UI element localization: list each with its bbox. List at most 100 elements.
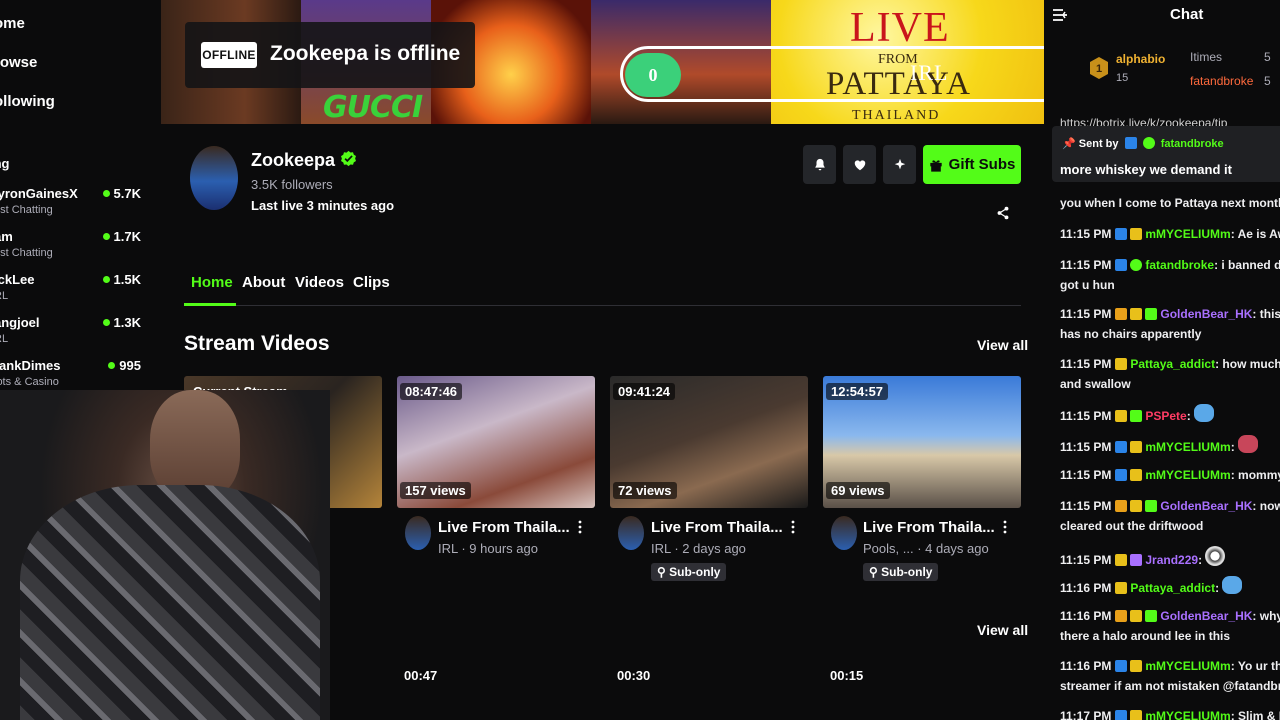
sub-only-badge: ⚲ Sub-only (651, 563, 727, 581)
chat-username[interactable]: mMYCELIUMm (1145, 440, 1230, 454)
chat-message: 11:15 PM mMYCELIUMm: Ae is Awesome (1060, 224, 1280, 244)
emote-icon (1205, 546, 1226, 566)
chat-text: : why is (1252, 609, 1280, 623)
video-meta: IRL · 2 days ago (651, 541, 746, 556)
nav-browse[interactable]: rowse (0, 54, 37, 71)
gift-subs-button[interactable]: Gift Subs (923, 145, 1021, 184)
channel-title: Zookeepa (251, 150, 336, 170)
chat-username[interactable]: mMYCELIUMm (1145, 468, 1230, 482)
chat-text: : (1215, 581, 1220, 595)
chat-title: Chat (1170, 6, 1204, 23)
leaderboard-rank-icon: 1 (1090, 57, 1108, 79)
more-options-icon[interactable] (577, 520, 583, 534)
tab-about[interactable]: About (242, 274, 285, 291)
tab-videos[interactable]: Videos (295, 274, 344, 291)
leaderboard-user[interactable]: alphabio (1116, 52, 1165, 66)
video-views: 72 views (613, 482, 677, 499)
chat-username[interactable]: fatandbroke (1145, 258, 1214, 272)
notification-button[interactable] (803, 145, 836, 184)
follow-button[interactable] (843, 145, 876, 184)
video-duration: 12:54:57 (826, 383, 889, 400)
chat-text: : mommy Ae (1230, 468, 1280, 482)
share-icon[interactable] (996, 206, 1010, 220)
sub-only-label: Sub-only (669, 565, 721, 579)
tab-home[interactable]: Home (191, 274, 233, 291)
channel-category: RL (0, 333, 9, 345)
view-all-link[interactable]: View all (977, 622, 1028, 638)
more-options-icon[interactable] (790, 520, 796, 534)
chat-text: : Ae is Awesome (1230, 227, 1280, 241)
chat-username[interactable]: GoldenBear_HK (1160, 307, 1252, 321)
clip-duration: 00:30 (617, 668, 651, 683)
section-title: Stream Videos (184, 332, 330, 355)
emote-icon (1238, 435, 1259, 453)
chat-message: 11:15 PM PSPete: (1060, 404, 1280, 426)
user-badge-icon (1130, 710, 1143, 720)
chat-timestamp: 11:15 PM (1060, 553, 1112, 567)
chat-message: 11:15 PM GoldenBear_HK: now w cleared out… (1060, 496, 1280, 536)
nav-following[interactable]: ollowing (0, 93, 55, 110)
video-title[interactable]: Live From Thaila... (863, 519, 995, 536)
chat-username[interactable]: PSPete (1145, 409, 1186, 423)
user-badge-icon (1130, 660, 1143, 672)
leaderboard-value: 15 (1116, 72, 1129, 84)
viewer-count: 1.7K (103, 229, 141, 244)
chat-username[interactable]: Pattaya_addict (1130, 357, 1215, 371)
chat-username[interactable]: Jrand229 (1145, 553, 1198, 567)
chat-message: 11:16 PM GoldenBear_HK: why is there a ha… (1060, 606, 1280, 646)
viewer-count: 1.5K (103, 272, 141, 287)
chat-timestamp: 11:15 PM (1060, 227, 1112, 241)
chat-timestamp: 11:17 PM (1060, 709, 1112, 720)
video-meta: IRL · 9 hours ago (438, 541, 538, 556)
channel-name: rankDimes (0, 358, 61, 373)
pinned-sender[interactable]: fatandbroke (1161, 138, 1224, 150)
video-channel-avatar[interactable] (831, 516, 857, 550)
gift-badge-icon (1130, 554, 1143, 566)
tab-clips[interactable]: Clips (353, 274, 390, 291)
gift-icon (929, 159, 942, 172)
chat-text: : i banned dora (1214, 258, 1280, 272)
sub-only-label: Sub-only (881, 565, 933, 579)
chat-text-continued: streamer if am not mistaken @fatandbroke (1060, 679, 1280, 693)
leaderboard-user[interactable]: Itimes (1190, 50, 1222, 64)
video-duration: 09:41:24 (613, 383, 676, 400)
leaderboard-user[interactable]: fatandbroke (1190, 74, 1253, 88)
webcam-body (20, 485, 320, 720)
sidebar-section-title: ing (0, 156, 10, 171)
more-options-icon[interactable] (1002, 520, 1008, 534)
gift-badge-icon (1145, 610, 1158, 622)
nav-home[interactable]: ome (0, 15, 25, 32)
sidebar-channel[interactable]: lyronGainesX ust Chatting 5.7K (0, 186, 149, 224)
pinned-header: 📌 Sent by fatandbroke (1062, 137, 1224, 150)
channel-category: RL (0, 290, 9, 302)
channel-avatar[interactable] (190, 146, 238, 210)
user-badge-icon (1115, 228, 1128, 240)
user-badge-icon (1115, 469, 1128, 481)
chat-username[interactable]: GoldenBear_HK (1160, 609, 1252, 623)
sidebar-channel[interactable]: am ust Chatting 1.7K (0, 229, 149, 267)
gift-badge-icon (1145, 500, 1158, 512)
user-badge-icon (1130, 610, 1143, 622)
last-live-text: Last live 3 minutes ago (251, 198, 395, 213)
video-title[interactable]: Live From Thaila... (651, 519, 783, 536)
channel-name: angjoel (0, 315, 40, 330)
chat-username[interactable]: mMYCELIUMm (1145, 659, 1230, 673)
sidebar-channel[interactable]: ickLee RL 1.5K (0, 272, 149, 310)
user-badge-icon (1130, 308, 1143, 320)
chat-username[interactable]: mMYCELIUMm (1145, 709, 1230, 720)
banner-live-title: LIVE (850, 5, 950, 51)
chat-message: 11:15 PM Pattaya_addict: how much for s a… (1060, 354, 1280, 394)
video-channel-avatar[interactable] (618, 516, 644, 550)
sidebar-channel[interactable]: angjoel RL 1.3K (0, 315, 149, 353)
sparkle-icon (894, 158, 905, 169)
sparkle-button[interactable] (883, 145, 916, 184)
view-all-link[interactable]: View all (977, 337, 1028, 353)
chat-username[interactable]: mMYCELIUMm (1145, 227, 1230, 241)
video-title[interactable]: Live From Thaila... (438, 519, 570, 536)
chat-username[interactable]: GoldenBear_HK (1160, 499, 1252, 513)
chat-username[interactable]: Pattaya_addict (1130, 581, 1215, 595)
channel-name: ickLee (0, 272, 35, 287)
collapse-chat-icon[interactable] (1052, 8, 1068, 22)
video-channel-avatar[interactable] (405, 516, 431, 550)
pin-icon: 📌 (1062, 138, 1076, 150)
